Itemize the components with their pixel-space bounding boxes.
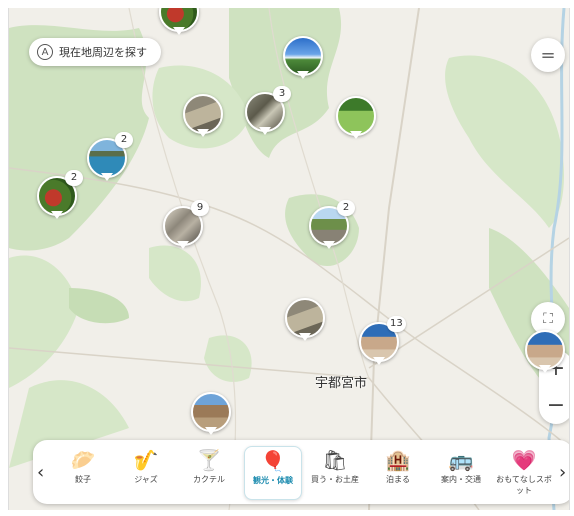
map-pin[interactable] xyxy=(159,8,199,38)
search-nearby-button[interactable]: A 現在地周辺を探す xyxy=(29,38,161,66)
map-pin[interactable] xyxy=(283,36,323,82)
location-icon: A xyxy=(37,44,53,60)
category-label: 買う・お土産 xyxy=(311,475,359,484)
category-icon: 💗 xyxy=(511,448,537,472)
pin-tip xyxy=(350,131,362,139)
fullscreen-icon: ⛶ xyxy=(543,311,553,327)
category-item[interactable]: 🚌 案内・交通 xyxy=(433,446,489,498)
category-icon: 🥟 xyxy=(70,448,96,472)
pin-tip xyxy=(299,333,311,341)
pin-tip xyxy=(173,27,185,35)
map-pin[interactable] xyxy=(525,330,565,376)
category-label: 泊まる xyxy=(386,475,410,484)
category-label: 案内・交通 xyxy=(441,475,481,484)
pin-count-badge: 3 xyxy=(273,86,291,102)
map-pin[interactable] xyxy=(191,392,231,438)
map-pin[interactable]: 3 xyxy=(245,86,291,138)
pin-count-badge: 2 xyxy=(115,132,133,148)
pin-tip xyxy=(323,241,335,249)
map-pin[interactable]: 9 xyxy=(163,200,209,252)
city-label: 宇都宮市 xyxy=(315,376,368,391)
pin-tip xyxy=(205,427,217,435)
map-pin[interactable]: 2 xyxy=(309,200,355,252)
menu-icon: = xyxy=(540,44,556,66)
category-item[interactable]: 🍸 カクテル xyxy=(181,446,237,498)
zoom-out-button[interactable]: − xyxy=(539,387,569,424)
pin-count-badge: 9 xyxy=(191,200,209,216)
category-icon: 🛍 xyxy=(322,448,348,472)
pin-tip xyxy=(373,357,385,365)
pin-count-badge: 13 xyxy=(387,316,406,332)
pin-tip xyxy=(177,241,189,249)
map-pin[interactable] xyxy=(336,96,376,142)
pin-photo xyxy=(285,298,325,338)
category-item[interactable]: 🎈 観光・体験 xyxy=(244,446,302,500)
pin-tip xyxy=(51,211,63,219)
category-icon: 🍸 xyxy=(196,448,222,472)
pin-count-badge: 2 xyxy=(337,200,355,216)
category-label: ジャズ xyxy=(134,475,158,484)
category-item[interactable]: 🏨 泊まる xyxy=(370,446,426,498)
category-item[interactable]: 🥟 餃子 xyxy=(55,446,111,498)
category-icon: 🚌 xyxy=(448,448,474,472)
category-prev-button[interactable]: ‹ xyxy=(37,462,44,483)
map-terrain xyxy=(9,8,569,510)
category-label: 餃子 xyxy=(75,475,91,484)
category-next-button[interactable]: › xyxy=(559,462,566,483)
pin-tip xyxy=(539,365,551,373)
pin-photo xyxy=(191,392,231,432)
map-pin[interactable] xyxy=(285,298,325,344)
pin-photo xyxy=(183,94,223,134)
category-label: 観光・体験 xyxy=(253,476,293,485)
category-icon: 🏨 xyxy=(385,448,411,472)
category-label: おもてなしスポット xyxy=(496,475,552,495)
category-item[interactable]: 🛍 買う・お土産 xyxy=(307,446,363,498)
pin-photo xyxy=(336,96,376,136)
menu-button[interactable]: = xyxy=(531,38,565,72)
category-icon: 🎷 xyxy=(133,448,159,472)
map-pin[interactable]: 2 xyxy=(87,132,133,184)
pin-tip xyxy=(259,127,271,135)
pin-tip xyxy=(297,71,309,79)
pin-count-badge: 2 xyxy=(65,170,83,186)
pin-tip xyxy=(197,129,209,137)
category-bar: ‹ 🥟 餃子 🎷 ジャズ 🍸 カクテル 🎈 観光・体験 🛍 買う・お土産 🏨 泊まる 🚌 案内・交通 💗 おも… xyxy=(33,440,569,504)
map-pin[interactable]: 13 xyxy=(359,316,406,368)
map-canvas[interactable]: 高 A 現在地周辺を探す = ⛶ + − 宇都宮市 3 2 2 9 2 13 ‹… xyxy=(8,8,570,510)
map-pin[interactable]: 2 xyxy=(37,170,83,222)
pin-photo xyxy=(283,36,323,76)
map-pin[interactable] xyxy=(183,94,223,140)
category-item[interactable]: 💗 おもてなしスポット xyxy=(496,446,552,498)
pin-tip xyxy=(101,173,113,181)
category-icon: 🎈 xyxy=(260,449,286,473)
category-label: カクテル xyxy=(193,475,225,484)
pin-photo xyxy=(525,330,565,370)
category-item[interactable]: 🎷 ジャズ xyxy=(118,446,174,498)
search-nearby-label: 現在地周辺を探す xyxy=(59,46,147,59)
